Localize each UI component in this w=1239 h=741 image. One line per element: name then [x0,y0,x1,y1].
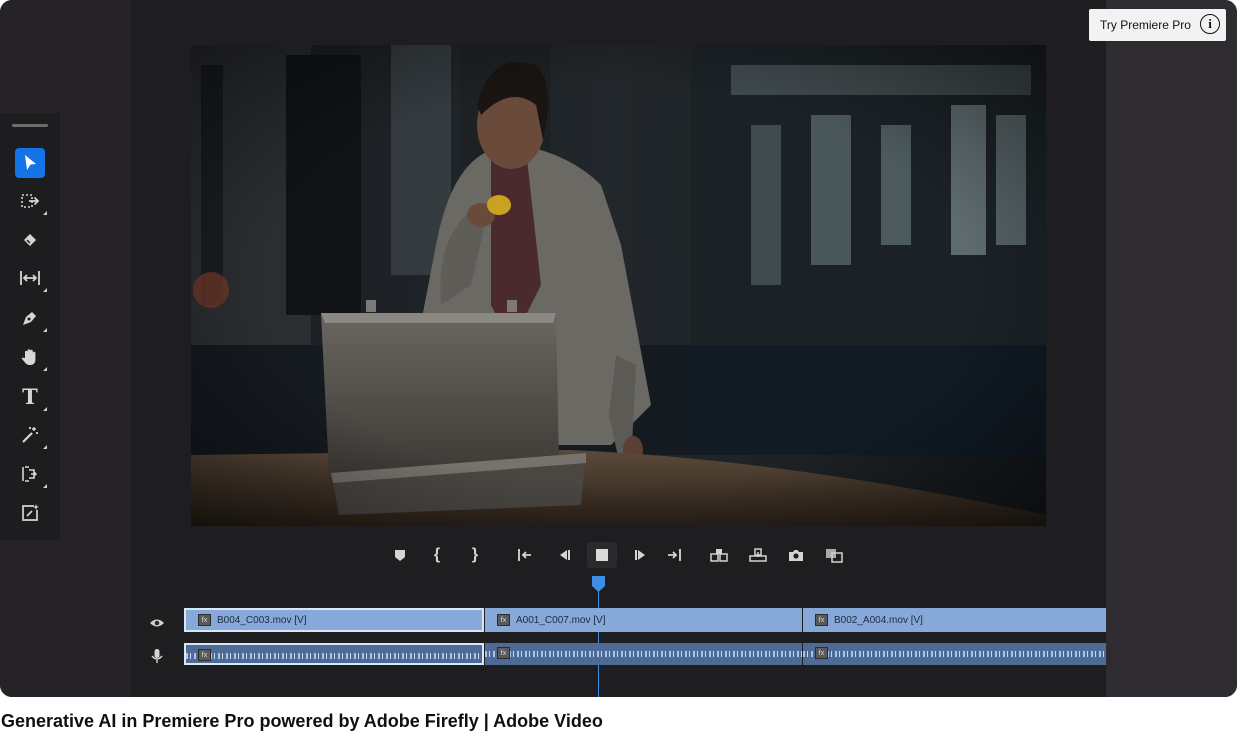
insert-button[interactable] [708,544,730,566]
video-player[interactable]: T {} fx B004_C003.mov [V] fx A001_C007.… [0,0,1237,697]
clip-label: A001_C007.mov [V] [516,614,606,626]
generative-extend-icon [22,504,39,521]
ripple-edit-tool[interactable] [15,263,47,293]
go-to-out-button[interactable] [664,544,686,566]
razor-tool[interactable] [15,225,45,255]
export-frame-button[interactable] [785,544,807,566]
wand-icon [22,427,38,443]
camera-icon [789,550,803,561]
type-tool[interactable]: T [15,382,47,412]
arrow-icon [25,155,36,170]
insert-icon [710,549,728,562]
pen-icon [23,312,36,325]
add-marker-button[interactable] [389,544,411,566]
video-clip-3[interactable]: fx B002_A004.mov [V] [803,608,1106,632]
video-clip-1[interactable]: fx B004_C003.mov [V] [184,608,484,632]
audio-waveform [485,651,802,657]
tools-panel: T [0,113,60,540]
mark-in-icon: { [433,546,441,563]
tool-flyout-indicator [43,484,47,488]
mark-out-button[interactable]: } [464,544,486,566]
overwrite-button[interactable] [747,544,769,566]
tool-flyout-indicator [43,445,47,449]
ripple-edit-icon [20,271,40,285]
go-to-in-icon [518,549,531,561]
fx-badge: fx [198,614,211,626]
try-button-label: Try Premiere Pro [1100,18,1191,32]
tool-flyout-indicator [43,288,47,292]
step-back-button[interactable] [553,544,575,566]
fx-badge: fx [815,614,828,626]
audio-clip-3[interactable]: fx [803,643,1106,665]
selection-tool[interactable] [15,148,45,178]
stop-icon [596,549,608,561]
eye-icon[interactable] [149,615,165,631]
tool-flyout-indicator [43,407,47,411]
hand-icon [21,349,36,365]
mark-in-button[interactable]: { [426,544,448,566]
audio-waveform [803,651,1106,657]
type-icon: T [22,384,38,409]
slip-icon [22,466,38,482]
microphone-icon[interactable] [149,648,165,664]
program-monitor-video[interactable] [191,45,1046,526]
fx-badge: fx [815,647,828,659]
panel-grip[interactable] [12,124,48,127]
go-to-in-button[interactable] [513,544,535,566]
track-select-tool[interactable] [15,186,47,216]
audio-waveform [186,653,482,659]
transport-controls: { } [382,540,862,570]
razor-icon [24,234,36,246]
stop-button[interactable] [587,542,617,568]
try-premiere-pro-button[interactable]: Try Premiere Pro i [1089,9,1226,41]
step-forward-button[interactable] [630,544,652,566]
fx-badge: fx [198,649,211,661]
info-icon[interactable]: i [1200,14,1220,34]
video-frame-image [191,45,1046,526]
audio-clip-2[interactable]: fx [485,643,802,665]
clip-label: B002_A004.mov [V] [834,614,923,626]
tool-flyout-indicator [43,211,47,215]
go-to-out-icon [668,549,681,561]
letterbox-right [1106,0,1237,697]
pen-tool[interactable] [15,303,47,333]
magic-wand-tool[interactable] [15,420,47,450]
step-back-icon [560,550,570,560]
clip-label: B004_C003.mov [V] [217,614,307,626]
tool-flyout-indicator [43,367,47,371]
generative-extend-tool[interactable] [15,498,45,528]
tool-flyout-indicator [43,328,47,332]
marker-icon [395,550,405,561]
compare-view-icon [826,549,843,563]
video-clip-2[interactable]: fx A001_C007.mov [V] [485,608,802,632]
mark-out-icon: } [471,546,479,563]
fx-badge: fx [497,647,510,659]
hand-tool[interactable] [15,342,47,372]
video-title[interactable]: Generative AI in Premiere Pro powered by… [1,711,603,732]
step-forward-icon [635,550,645,560]
track-select-icon [21,194,40,208]
fx-badge: fx [497,614,510,626]
compare-view-button[interactable] [823,544,845,566]
slip-tool[interactable] [15,459,47,489]
audio-clip-1[interactable]: fx [184,643,484,665]
overwrite-icon [749,548,767,562]
